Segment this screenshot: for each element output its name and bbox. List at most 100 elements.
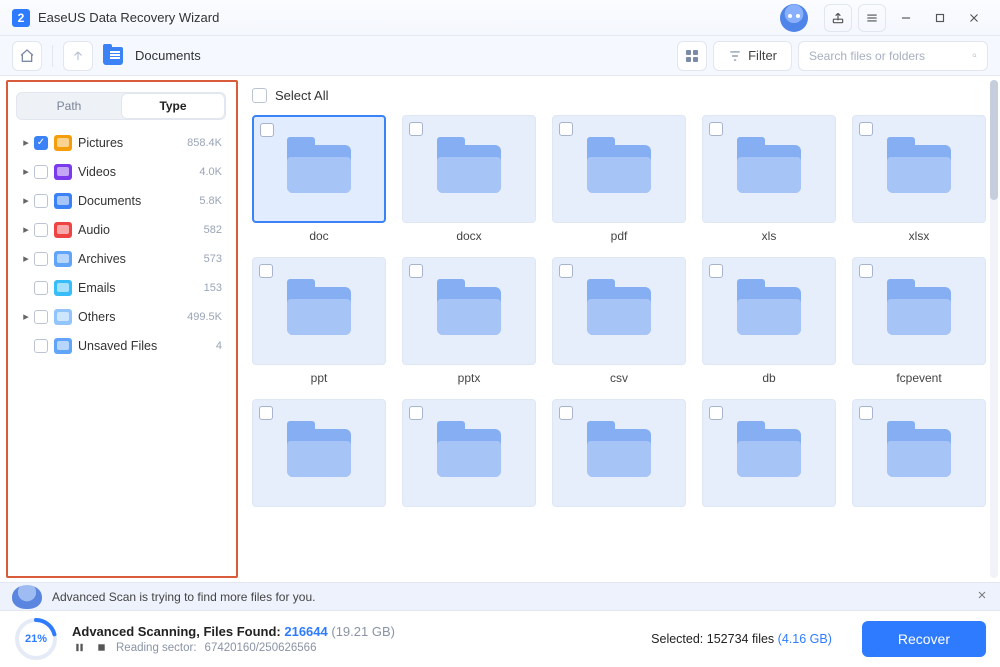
caret-icon[interactable]: ▸ xyxy=(20,136,32,149)
sidebar-item-videos[interactable]: ▸ Videos 4.0K xyxy=(16,157,226,186)
caret-icon[interactable]: ▸ xyxy=(20,194,32,207)
folder-tile-db[interactable]: db xyxy=(702,257,836,385)
tile-checkbox[interactable] xyxy=(859,122,873,136)
select-all-checkbox[interactable] xyxy=(252,88,267,103)
tile-label: pdf xyxy=(611,229,628,243)
checkbox[interactable] xyxy=(34,252,48,266)
folder-tile-fcpevent[interactable]: fcpevent xyxy=(852,257,986,385)
select-all-label: Select All xyxy=(275,88,328,103)
close-button[interactable] xyxy=(960,4,988,32)
folder-tile-box[interactable] xyxy=(252,115,386,223)
folder-tile-box[interactable] xyxy=(552,399,686,507)
sidebar-item-audio[interactable]: ▸ Audio 582 xyxy=(16,215,226,244)
folder-tile-box[interactable] xyxy=(852,115,986,223)
sidebar-item-label: Videos xyxy=(78,165,199,179)
folder-tile-box[interactable] xyxy=(402,399,536,507)
folder-tile-docx[interactable]: docx xyxy=(402,115,536,243)
tile-checkbox[interactable] xyxy=(559,264,573,278)
tile-checkbox[interactable] xyxy=(259,406,273,420)
tile-checkbox[interactable] xyxy=(409,122,423,136)
mascot-icon[interactable] xyxy=(780,4,808,32)
filter-label: Filter xyxy=(748,48,777,63)
tile-checkbox[interactable] xyxy=(709,406,723,420)
select-all-row[interactable]: Select All xyxy=(244,76,1000,111)
folder-tile-box[interactable] xyxy=(852,399,986,507)
scrollbar-thumb[interactable] xyxy=(990,80,998,200)
pause-button[interactable] xyxy=(72,641,86,655)
up-button[interactable] xyxy=(63,41,93,71)
folder-tile-row3-11[interactable] xyxy=(402,399,536,513)
scrollbar[interactable] xyxy=(990,80,998,578)
tile-checkbox[interactable] xyxy=(259,264,273,278)
folder-tile-box[interactable] xyxy=(702,399,836,507)
tile-checkbox[interactable] xyxy=(260,123,274,137)
tile-checkbox[interactable] xyxy=(859,406,873,420)
caret-icon[interactable]: ▸ xyxy=(20,252,32,265)
caret-icon[interactable]: ▸ xyxy=(20,310,32,323)
folder-tile-box[interactable] xyxy=(252,399,386,507)
checkbox[interactable] xyxy=(34,223,48,237)
folder-icon xyxy=(887,145,951,193)
caret-icon[interactable]: ▸ xyxy=(20,223,32,236)
sidebar-item-unsaved-files[interactable]: ▸ Unsaved Files 4 xyxy=(16,331,226,360)
folder-tile-box[interactable] xyxy=(852,257,986,365)
folder-tile-csv[interactable]: csv xyxy=(552,257,686,385)
folder-tile-box[interactable] xyxy=(552,115,686,223)
sidebar-item-others[interactable]: ▸ Others 499.5K xyxy=(16,302,226,331)
sidebar-item-archives[interactable]: ▸ Archives 573 xyxy=(16,244,226,273)
checkbox[interactable] xyxy=(34,339,48,353)
maximize-button[interactable] xyxy=(926,4,954,32)
status-close-button[interactable] xyxy=(976,589,988,604)
share-button[interactable] xyxy=(824,4,852,32)
status-mascot-icon xyxy=(12,585,42,609)
folder-tile-xls[interactable]: xls xyxy=(702,115,836,243)
folder-tile-box[interactable] xyxy=(402,115,536,223)
folder-tile-box[interactable] xyxy=(402,257,536,365)
folder-tile-row3-10[interactable] xyxy=(252,399,386,513)
recover-button[interactable]: Recover xyxy=(862,621,986,657)
folder-tile-box[interactable] xyxy=(252,257,386,365)
folder-tile-box[interactable] xyxy=(552,257,686,365)
sidebar-item-pictures[interactable]: ▸ Pictures 858.4K xyxy=(16,128,226,157)
checkbox[interactable] xyxy=(34,310,48,324)
pictures-icon xyxy=(54,135,72,151)
folder-tile-pptx[interactable]: pptx xyxy=(402,257,536,385)
grid-icon xyxy=(686,50,698,62)
filter-button[interactable]: Filter xyxy=(713,41,792,71)
folder-tile-row3-13[interactable] xyxy=(702,399,836,513)
tile-checkbox[interactable] xyxy=(559,122,573,136)
search-input[interactable] xyxy=(809,49,964,63)
tile-checkbox[interactable] xyxy=(859,264,873,278)
folder-tile-row3-12[interactable] xyxy=(552,399,686,513)
menu-button[interactable] xyxy=(858,4,886,32)
tile-checkbox[interactable] xyxy=(559,406,573,420)
checkbox[interactable] xyxy=(34,165,48,179)
folder-tile-box[interactable] xyxy=(702,257,836,365)
tab-type[interactable]: Type xyxy=(121,93,225,119)
folder-tile-ppt[interactable]: ppt xyxy=(252,257,386,385)
search-box[interactable] xyxy=(798,41,988,71)
folder-tile-box[interactable] xyxy=(702,115,836,223)
checkbox[interactable] xyxy=(34,194,48,208)
tile-checkbox[interactable] xyxy=(709,264,723,278)
caret-icon[interactable]: ▸ xyxy=(20,165,32,178)
home-button[interactable] xyxy=(12,41,42,71)
tile-checkbox[interactable] xyxy=(409,406,423,420)
tile-checkbox[interactable] xyxy=(409,264,423,278)
folder-tile-xlsx[interactable]: xlsx xyxy=(852,115,986,243)
folder-tile-row3-14[interactable] xyxy=(852,399,986,513)
folder-icon xyxy=(587,287,651,335)
tile-checkbox[interactable] xyxy=(709,122,723,136)
sidebar-item-documents[interactable]: ▸ Documents 5.8K xyxy=(16,186,226,215)
tab-path[interactable]: Path xyxy=(17,93,121,119)
checkbox[interactable] xyxy=(34,136,48,150)
minimize-button[interactable] xyxy=(892,4,920,32)
stop-button[interactable] xyxy=(94,641,108,655)
folder-tile-doc[interactable]: doc xyxy=(252,115,386,243)
folder-tile-pdf[interactable]: pdf xyxy=(552,115,686,243)
search-icon xyxy=(972,48,977,63)
tile-label: pptx xyxy=(458,371,481,385)
grid-view-button[interactable] xyxy=(677,41,707,71)
sidebar-item-emails[interactable]: ▸ Emails 153 xyxy=(16,273,226,302)
checkbox[interactable] xyxy=(34,281,48,295)
